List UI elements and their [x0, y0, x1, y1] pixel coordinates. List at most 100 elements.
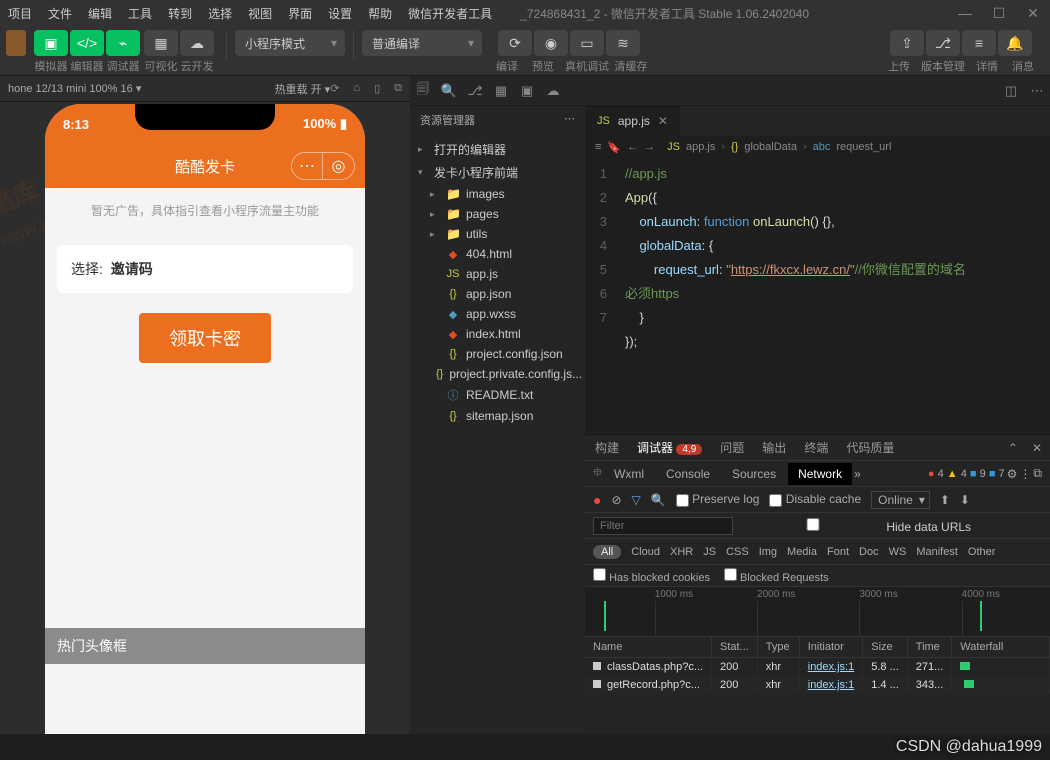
visual-toggle[interactable]: ▦ — [144, 30, 178, 56]
compile-select[interactable]: 普通编译 — [362, 30, 482, 56]
folder-images[interactable]: ▸📁images — [410, 184, 585, 204]
upload-button[interactable]: ⇪ — [890, 30, 924, 56]
type-media[interactable]: Media — [787, 546, 817, 558]
refresh-icon[interactable]: ⟳ — [330, 82, 339, 95]
upload-icon[interactable]: ⬆ — [940, 493, 950, 507]
file-404[interactable]: ◆404.html — [410, 244, 585, 264]
redeem-button[interactable]: 领取卡密 — [139, 313, 271, 363]
gear-icon[interactable]: ⚙ — [1007, 467, 1018, 481]
open-editors-section[interactable]: ▸打开的编辑器 — [410, 138, 585, 161]
menu-wechat-devtools[interactable]: 微信开发者工具 — [400, 5, 500, 22]
file-project-private[interactable]: {}project.private.config.js... — [410, 364, 585, 384]
cloud-toggle[interactable]: ☁ — [180, 30, 214, 56]
capsule-menu-icon[interactable]: ⋯ — [291, 152, 323, 180]
dt-network[interactable]: Network — [788, 463, 852, 485]
type-ws[interactable]: WS — [889, 546, 907, 558]
record-icon[interactable]: ● — [593, 492, 601, 508]
dt-console[interactable]: Console — [656, 463, 720, 485]
section-hot-avatar[interactable]: 热门头像框 — [45, 628, 365, 664]
tab-problems[interactable]: 问题 — [718, 435, 746, 460]
hide-urls-checkbox[interactable]: Hide data URLs — [743, 518, 971, 534]
mode-select[interactable]: 小程序模式 — [235, 30, 345, 56]
terminal-icon[interactable]: ▣ — [514, 83, 540, 99]
dock-icon[interactable]: ⧉ — [1033, 466, 1042, 481]
folder-pages[interactable]: ▸📁pages — [410, 204, 585, 224]
dt-more-icon[interactable]: » — [854, 467, 861, 481]
cloud-icon[interactable]: ☁ — [540, 83, 566, 99]
minimize-button[interactable]: — — [948, 0, 982, 26]
simulator-toggle[interactable]: ▣ — [34, 30, 68, 56]
project-avatar[interactable] — [6, 30, 26, 56]
kebab-icon[interactable]: ⋮ — [1019, 467, 1031, 481]
file-sitemap[interactable]: {}sitemap.json — [410, 406, 585, 426]
close-tab-icon[interactable]: ✕ — [658, 114, 668, 128]
file-readme[interactable]: ⓘREADME.txt — [410, 384, 585, 406]
code-content[interactable]: //app.js App({ onLaunch: function onLaun… — [615, 158, 1050, 434]
menu-help[interactable]: 帮助 — [360, 5, 400, 22]
tab-terminal[interactable]: 终端 — [802, 435, 830, 460]
search-icon[interactable]: 🔍 — [436, 83, 462, 99]
filter-icon[interactable]: ▽ — [632, 493, 641, 507]
tab-quality[interactable]: 代码质量 — [844, 435, 896, 460]
popout-icon[interactable]: ⧉ — [394, 82, 402, 95]
preserve-log-checkbox[interactable]: Preserve log — [676, 492, 760, 506]
ext-icon[interactable]: ▦ — [488, 83, 514, 99]
tab-output[interactable]: 输出 — [760, 435, 788, 460]
remote-debug-button[interactable]: ▭ — [570, 30, 604, 56]
dt-wxml[interactable]: Wxml — [604, 463, 654, 485]
network-table[interactable]: Name Stat... Type Initiator Size Time Wa… — [585, 637, 1050, 734]
file-app-wxss[interactable]: ◆app.wxss — [410, 304, 585, 324]
blocked-requests-checkbox[interactable]: Blocked Requests — [724, 568, 829, 584]
folder-utils[interactable]: ▸📁utils — [410, 224, 585, 244]
tab-app-js[interactable]: JS app.js ✕ — [585, 106, 681, 136]
file-app-json[interactable]: {}app.json — [410, 284, 585, 304]
project-root[interactable]: ▾发卡小程序前端 — [410, 161, 585, 184]
type-font[interactable]: Font — [827, 546, 849, 558]
capsule-close-icon[interactable]: ◎ — [323, 152, 355, 180]
filter-input[interactable] — [593, 517, 733, 535]
tab-build[interactable]: 构建 — [593, 435, 621, 460]
type-cloud[interactable]: Cloud — [631, 546, 660, 558]
dt-sources[interactable]: Sources — [722, 463, 786, 485]
editor-toggle[interactable]: </> — [70, 30, 104, 56]
search-icon[interactable]: 🔍 — [651, 493, 666, 507]
file-index-html[interactable]: ◆index.html — [410, 324, 585, 344]
table-row[interactable]: getRecord.php?c... 200 xhr index.js:1 1.… — [585, 676, 1050, 694]
preview-button[interactable]: ◉ — [534, 30, 568, 56]
inspect-icon[interactable]: ⯐ — [593, 463, 602, 484]
debugger-toggle[interactable]: ⌁ — [106, 30, 140, 56]
details-button[interactable]: ≡ — [962, 30, 996, 56]
menu-goto[interactable]: 转到 — [160, 5, 200, 22]
git-icon[interactable]: ⎇ — [462, 83, 488, 99]
tab-debugger[interactable]: 调试器 4,9 — [635, 435, 704, 460]
download-icon[interactable]: ⬇ — [960, 493, 970, 507]
hot-reload-toggle[interactable]: 热重载 开 ▾ — [275, 81, 331, 97]
menu-settings[interactable]: 设置 — [320, 5, 360, 22]
type-all[interactable]: All — [593, 545, 621, 559]
close-button[interactable]: ✕ — [1016, 0, 1050, 26]
menu-file[interactable]: 文件 — [40, 5, 80, 22]
type-manifest[interactable]: Manifest — [916, 546, 958, 558]
menu-tools[interactable]: 工具 — [120, 5, 160, 22]
blocked-cookies-checkbox[interactable]: Has blocked cookies — [593, 568, 710, 584]
notify-button[interactable]: 🔔 — [998, 30, 1032, 56]
network-timeline[interactable]: 1000 ms 2000 ms 3000 ms 4000 ms — [585, 587, 1050, 637]
type-doc[interactable]: Doc — [859, 546, 879, 558]
throttle-select[interactable]: Online — [871, 491, 930, 509]
type-css[interactable]: CSS — [726, 546, 749, 558]
type-xhr[interactable]: XHR — [670, 546, 693, 558]
split-icon[interactable]: ◫ — [998, 83, 1024, 99]
more-icon[interactable]: ⋯ — [1024, 83, 1050, 99]
menu-select[interactable]: 选择 — [200, 5, 240, 22]
breadcrumb[interactable]: ≡🔖←→ JSapp.js› {}globalData› abcrequest_… — [585, 136, 1050, 158]
file-app-js[interactable]: JSapp.js — [410, 264, 585, 284]
type-other[interactable]: Other — [968, 546, 996, 558]
disable-cache-checkbox[interactable]: Disable cache — [769, 492, 861, 506]
menu-project[interactable]: 项目 — [0, 5, 40, 22]
chevron-up-icon[interactable]: ⌃ — [1008, 441, 1018, 455]
device-select[interactable]: hone 12/13 mini 100% 16 ▾ — [8, 82, 275, 95]
version-button[interactable]: ⎇ — [926, 30, 960, 56]
menu-edit[interactable]: 编辑 — [80, 5, 120, 22]
explorer-icon[interactable]: 🗐 — [410, 80, 436, 102]
device-icon[interactable]: ▯ — [374, 82, 380, 95]
